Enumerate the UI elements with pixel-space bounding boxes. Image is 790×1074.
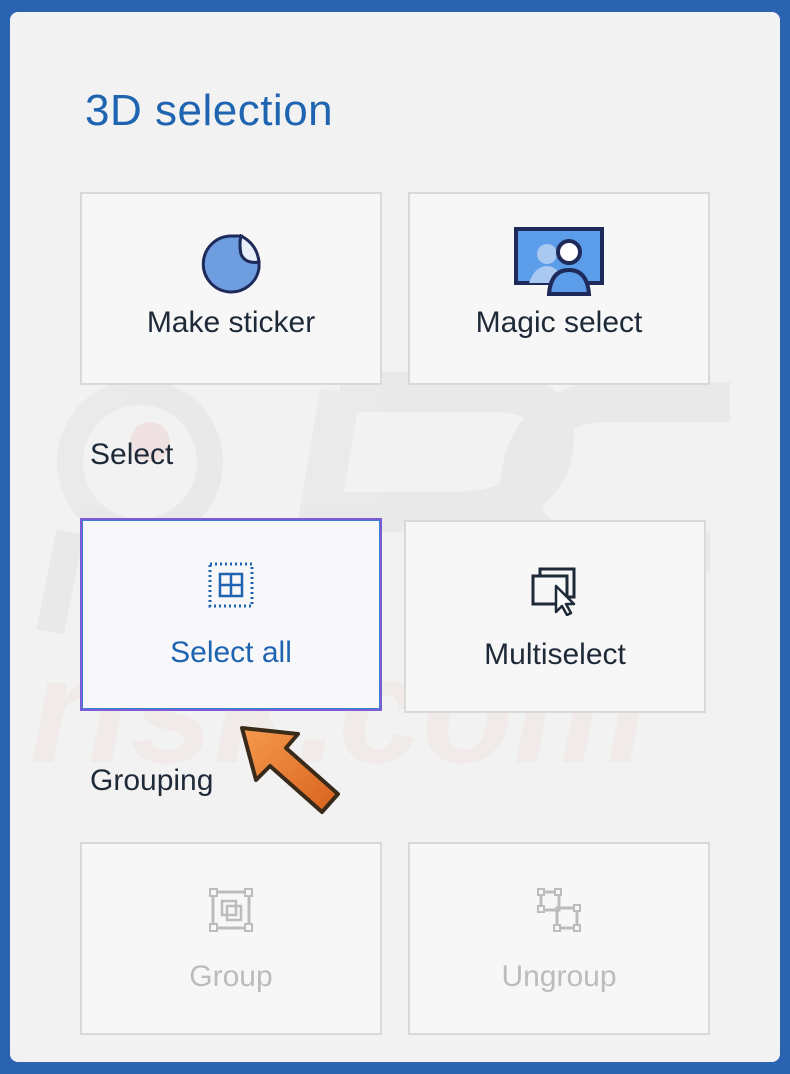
multiselect-label: Multiselect	[484, 638, 626, 671]
multiselect-icon	[531, 567, 576, 616]
multiselect-button[interactable]: Multiselect	[404, 520, 706, 713]
panel-title: 3D selection	[85, 86, 334, 135]
magic-select-button[interactable]: Magic select	[408, 192, 710, 385]
select-all-icon	[208, 562, 254, 608]
group-button[interactable]: Group	[80, 842, 382, 1035]
pointer-arrow	[240, 726, 340, 814]
select-all-label: Select all	[170, 636, 292, 669]
magic-select-label: Magic select	[475, 306, 643, 339]
ungroup-icon	[537, 888, 581, 932]
make-sticker-label: Make sticker	[146, 306, 316, 339]
select-section-label: Select	[90, 438, 174, 471]
ungroup-label: Ungroup	[501, 960, 617, 993]
group-label: Group	[189, 960, 273, 993]
select-all-button[interactable]: Select all	[80, 518, 382, 711]
ungroup-button[interactable]: Ungroup	[408, 842, 710, 1035]
magic-select-icon	[514, 227, 604, 296]
grouping-section-label: Grouping	[90, 764, 214, 797]
make-sticker-button[interactable]: Make sticker	[80, 192, 382, 385]
sticker-icon	[201, 233, 261, 294]
paint3d-selection-panel: risk.com 3D selection Make sticker Magic…	[10, 12, 780, 1062]
group-icon	[209, 888, 253, 932]
